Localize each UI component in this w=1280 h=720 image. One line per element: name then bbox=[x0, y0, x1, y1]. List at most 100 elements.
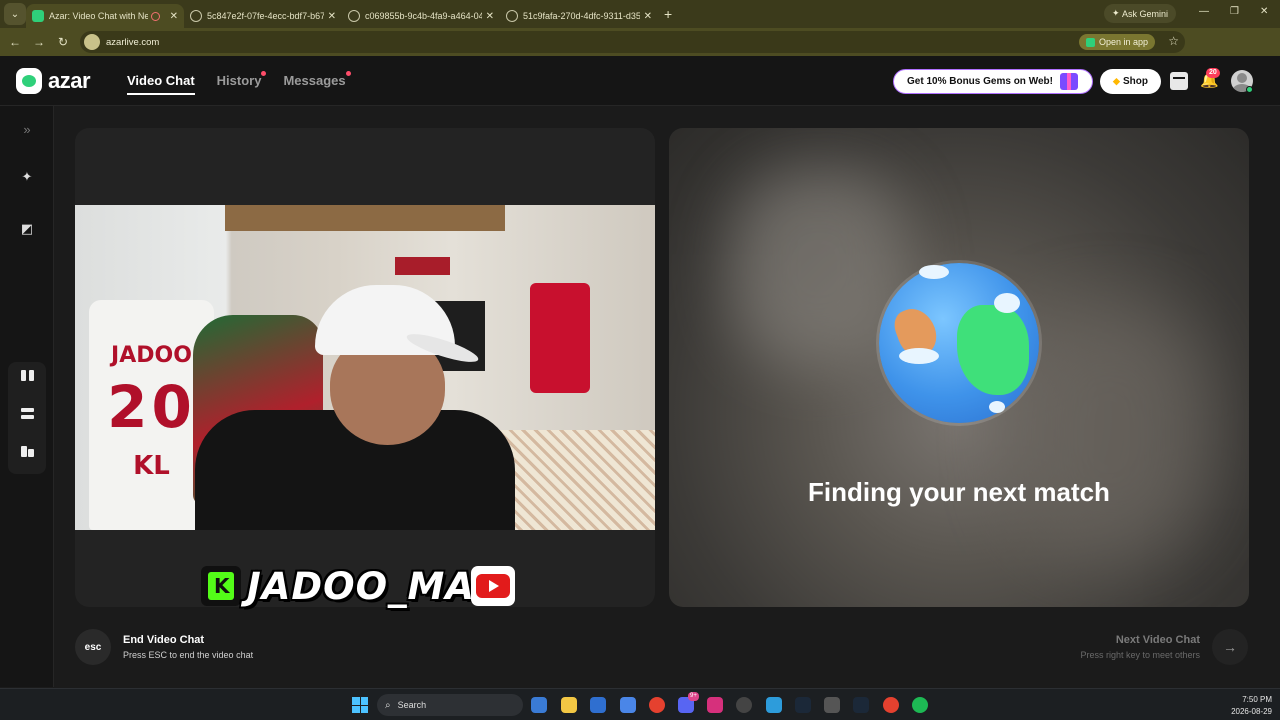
close-window-icon[interactable]: ✕ bbox=[1260, 6, 1268, 17]
layout-two-row-icon[interactable] bbox=[8, 398, 46, 428]
browser-tab[interactable]: 5c847e2f-07fe-4ecc-bdf7-b677 ✕ bbox=[184, 4, 342, 28]
shop-button[interactable]: ◆ Shop bbox=[1100, 69, 1161, 94]
new-tab-button[interactable]: + bbox=[664, 6, 672, 22]
close-tab-icon[interactable]: ✕ bbox=[486, 11, 494, 22]
end-chat-subtitle: Press ESC to end the video chat bbox=[123, 650, 254, 660]
back-icon[interactable]: ← bbox=[3, 35, 27, 49]
next-chat-subtitle: Press right key to meet others bbox=[1080, 650, 1200, 660]
inventory-box-icon[interactable] bbox=[1170, 72, 1188, 90]
steam-icon-2[interactable] bbox=[853, 697, 869, 713]
left-sidebar: » ✦ ◩ bbox=[0, 106, 54, 687]
open-in-app-label: Open in app bbox=[1098, 37, 1148, 47]
browser-tab-bar: ⌄ Azar: Video Chat with New ✕ 5c847e2f-0… bbox=[0, 0, 1280, 28]
browser-tab[interactable]: c069855b-9c4b-4fa9-a464-04e ✕ bbox=[342, 4, 500, 28]
clock-date: 2026-08-29 bbox=[1231, 707, 1272, 716]
notification-dot bbox=[345, 71, 351, 76]
streamer-handle: JADOO_MA bbox=[247, 564, 475, 608]
close-tab-icon[interactable]: ✕ bbox=[644, 11, 652, 22]
azar-logo-icon bbox=[16, 68, 42, 94]
matching-status-text: Finding your next match bbox=[808, 477, 1110, 507]
tab-title: Azar: Video Chat with New bbox=[49, 11, 148, 21]
restore-icon[interactable]: ❐ bbox=[1230, 6, 1239, 17]
chrome-icon[interactable] bbox=[649, 697, 665, 713]
kick-logo-icon bbox=[201, 566, 241, 606]
youtube-logo-icon bbox=[470, 566, 515, 606]
bonus-gems-label: Get 10% Bonus Gems on Web! bbox=[907, 76, 1053, 87]
app-header: azar Video Chat History Messages Get 10%… bbox=[0, 56, 1280, 106]
steam-icon[interactable] bbox=[795, 697, 811, 713]
nav-label: Video Chat bbox=[127, 73, 195, 88]
notification-count-badge: 20 bbox=[1206, 68, 1220, 78]
reload-icon[interactable]: ↻ bbox=[51, 35, 75, 49]
end-chat-button[interactable]: esc bbox=[75, 629, 111, 665]
search-placeholder: Search bbox=[397, 700, 427, 710]
globe-favicon-icon bbox=[348, 10, 360, 22]
taskbar-search[interactable]: ⌕ Search bbox=[377, 694, 523, 716]
filter-icon[interactable]: ◩ bbox=[8, 214, 46, 244]
search-icon: ⌕ bbox=[385, 699, 391, 711]
app-icon bbox=[1085, 37, 1095, 47]
shelf bbox=[225, 205, 505, 231]
red-jersey bbox=[530, 283, 590, 393]
next-chat-arrow-button[interactable]: → bbox=[1212, 629, 1248, 665]
chrome-active-icon[interactable] bbox=[883, 697, 899, 713]
snipping-tool-icon[interactable] bbox=[824, 697, 840, 713]
nav-history[interactable]: History bbox=[216, 71, 267, 95]
bonus-gems-button[interactable]: Get 10% Bonus Gems on Web! bbox=[893, 69, 1093, 94]
browser-tab[interactable]: 51c9fafa-270d-4dfc-9311-d350 ✕ bbox=[500, 4, 658, 28]
ask-gemini-button[interactable]: ✦ Ask Gemini bbox=[1104, 4, 1177, 23]
streamer-overlay: JADOO_MA bbox=[201, 564, 515, 608]
windows-start-icon[interactable] bbox=[352, 697, 368, 713]
tab-search-menu-icon[interactable]: ⌄ bbox=[4, 3, 26, 25]
nav-label: History bbox=[216, 73, 262, 88]
minimize-icon[interactable]: — bbox=[1199, 6, 1209, 17]
store-icon[interactable] bbox=[620, 697, 636, 713]
forward-icon[interactable]: → bbox=[27, 35, 51, 49]
app-icon[interactable] bbox=[766, 697, 782, 713]
azar-logo[interactable]: azar bbox=[16, 68, 91, 94]
online-status-dot bbox=[1246, 86, 1253, 93]
omnibox[interactable]: azarlive.com Open in app ☆ bbox=[80, 31, 1185, 53]
close-tab-icon[interactable]: ✕ bbox=[170, 11, 178, 22]
layout-two-column-icon[interactable] bbox=[8, 360, 46, 390]
gem-icon: ◆ bbox=[1113, 76, 1120, 86]
ask-gemini-label: Ask Gemini bbox=[1122, 8, 1169, 19]
browser-tab-active[interactable]: Azar: Video Chat with New ✕ bbox=[26, 4, 184, 28]
open-in-app-button[interactable]: Open in app bbox=[1078, 34, 1155, 50]
file-explorer-icon[interactable] bbox=[561, 697, 577, 713]
expand-icon[interactable]: » bbox=[8, 114, 46, 144]
tab-title: 5c847e2f-07fe-4ecc-bdf7-b677 bbox=[207, 11, 324, 21]
magic-wand-icon[interactable]: ✦ bbox=[8, 162, 46, 192]
end-chat-title: End Video Chat bbox=[123, 634, 205, 646]
tab-title: c069855b-9c4b-4fa9-a464-04e bbox=[365, 11, 482, 21]
instagram-icon[interactable] bbox=[707, 697, 723, 713]
globe-icon bbox=[879, 263, 1039, 423]
url-text: azarlive.com bbox=[106, 36, 160, 48]
nav-messages[interactable]: Messages bbox=[283, 71, 351, 95]
close-tab-icon[interactable]: ✕ bbox=[328, 11, 336, 22]
bookmark-star-icon[interactable]: ☆ bbox=[1168, 34, 1179, 48]
nav-label: Messages bbox=[283, 73, 346, 88]
gift-icon bbox=[1060, 73, 1078, 90]
address-bar-row: ← → ↻ azarlive.com Open in app ☆ ⧉ J ⋮ bbox=[0, 28, 1280, 77]
tab-title: 51c9fafa-270d-4dfc-9311-d350 bbox=[523, 11, 640, 21]
discord-badge: 9+ bbox=[688, 692, 699, 701]
azar-favicon-icon bbox=[32, 10, 44, 22]
notification-dot bbox=[261, 71, 267, 76]
mail-icon[interactable] bbox=[590, 697, 606, 713]
spotify-icon[interactable] bbox=[912, 697, 928, 713]
webcam-feed: JADOO 20 KL bbox=[75, 205, 655, 530]
shop-label: Shop bbox=[1122, 76, 1148, 87]
system-clock[interactable]: 7:50 PM 2026-08-29 bbox=[1231, 694, 1272, 718]
next-chat-title: Next Video Chat bbox=[1115, 634, 1200, 646]
local-video-panel: JADOO 20 KL bbox=[75, 128, 655, 607]
scarf bbox=[395, 257, 450, 275]
openai-icon[interactable] bbox=[736, 697, 752, 713]
layout-mixed-icon[interactable] bbox=[8, 436, 46, 466]
nav-video-chat[interactable]: Video Chat bbox=[127, 73, 195, 95]
site-info-icon[interactable] bbox=[84, 34, 100, 50]
logo-text: azar bbox=[48, 68, 91, 93]
widgets-icon[interactable] bbox=[531, 697, 547, 713]
layout-switcher bbox=[8, 362, 46, 474]
clock-time: 7:50 PM bbox=[1242, 695, 1272, 704]
